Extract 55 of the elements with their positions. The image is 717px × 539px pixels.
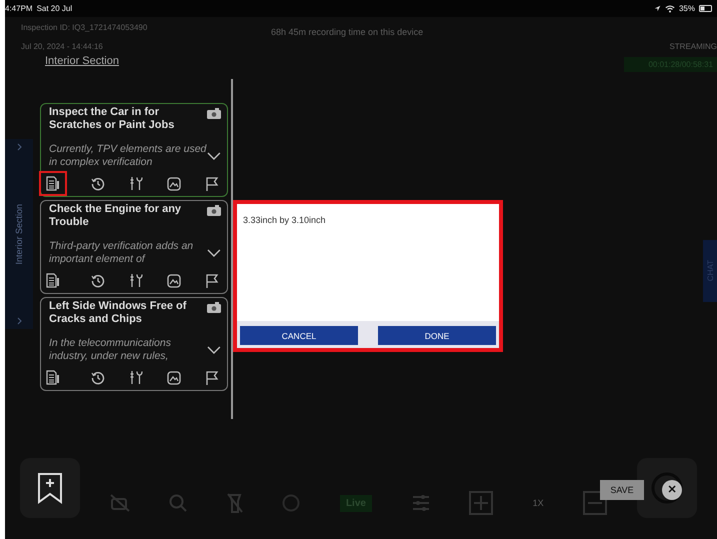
zoom-level: 1X (532, 498, 544, 508)
document-pencil-icon[interactable] (46, 370, 60, 385)
document-pencil-icon[interactable] (46, 273, 60, 288)
status-date: Sat 20 Jul (36, 4, 72, 13)
timestamp: Jul 20, 2024 - 14:44:16 (21, 42, 104, 51)
checklist-description: Currently, TPV elements are used in complex verification (49, 143, 208, 169)
camera-icon[interactable] (207, 108, 221, 119)
checklist-description: Third-party verification adds an important element of (49, 240, 194, 266)
checklist-card[interactable]: Inspect the Car in for Scratches or Paint Jobs Currently, TPV elements are used in complex verification (40, 103, 228, 197)
checklist-title: Check the Engine for any Trouble (49, 203, 182, 229)
sliders-icon[interactable] (412, 494, 430, 512)
wifi-icon (664, 4, 675, 12)
section-link[interactable]: Interior Section (45, 55, 251, 67)
image-icon[interactable] (167, 274, 181, 288)
battery-percentage: 35% (678, 4, 695, 13)
checklist-title: Inspect the Car in for Scratches or Paint Jobs (49, 106, 176, 132)
checklist-card[interactable]: Check the Engine for any Trouble Third-party verification adds an important element of (40, 200, 228, 294)
flag-icon[interactable] (205, 176, 219, 190)
location-icon (654, 5, 661, 12)
image-icon[interactable] (167, 370, 181, 384)
camera-icon[interactable] (207, 302, 221, 313)
tools-icon[interactable] (129, 273, 143, 288)
dialog-button[interactable]: DONE (378, 326, 496, 345)
chevron-down-icon[interactable] (207, 249, 221, 257)
document-pencil-icon[interactable] (46, 176, 60, 191)
tools-icon[interactable] (129, 370, 143, 385)
inspection-id: Inspection ID: IQ3_1721474053490 (21, 23, 148, 32)
bookmark-plus-icon (37, 472, 63, 504)
add-bookmark-button[interactable] (20, 458, 80, 518)
pause-icon (651, 472, 683, 504)
checklist-description: In the telecommunications industry, under new rules, (49, 337, 172, 363)
tools-icon[interactable] (129, 176, 143, 191)
side-panel-label: Interior Section (14, 204, 24, 264)
history-icon[interactable] (91, 274, 105, 288)
recording-time-notice: 68h 45m recording time on this device (270, 26, 424, 39)
image-icon[interactable] (167, 176, 181, 190)
notes-icon-frame[interactable] (39, 171, 67, 196)
chevron-down-icon[interactable] (207, 152, 221, 160)
dialog-button[interactable]: CANCEL (240, 326, 358, 345)
measurement-text: 3.33inch by 3.10inch (243, 215, 326, 225)
battery-icon (699, 5, 713, 12)
history-icon[interactable] (91, 370, 105, 384)
checklist-title: Left Side Windows Free of Cracks and Chips (49, 300, 188, 326)
flag-icon[interactable] (205, 370, 219, 384)
chevron-right-icon (16, 317, 22, 325)
chevron-right-icon (16, 143, 22, 151)
save-popup[interactable]: SAVE (600, 480, 644, 500)
camera-icon[interactable] (207, 205, 221, 216)
status-time: 4:47PM (5, 4, 33, 13)
chevron-down-icon[interactable] (207, 346, 221, 354)
zoom-out-icon[interactable] (583, 491, 608, 515)
stream-status: STREAMING (669, 42, 717, 51)
history-icon[interactable] (91, 176, 105, 190)
checklist-card[interactable]: Left Side Windows Free of Cracks and Chips In the telecommunications industry, under new rules, (40, 297, 228, 391)
flag-icon[interactable] (205, 274, 219, 288)
